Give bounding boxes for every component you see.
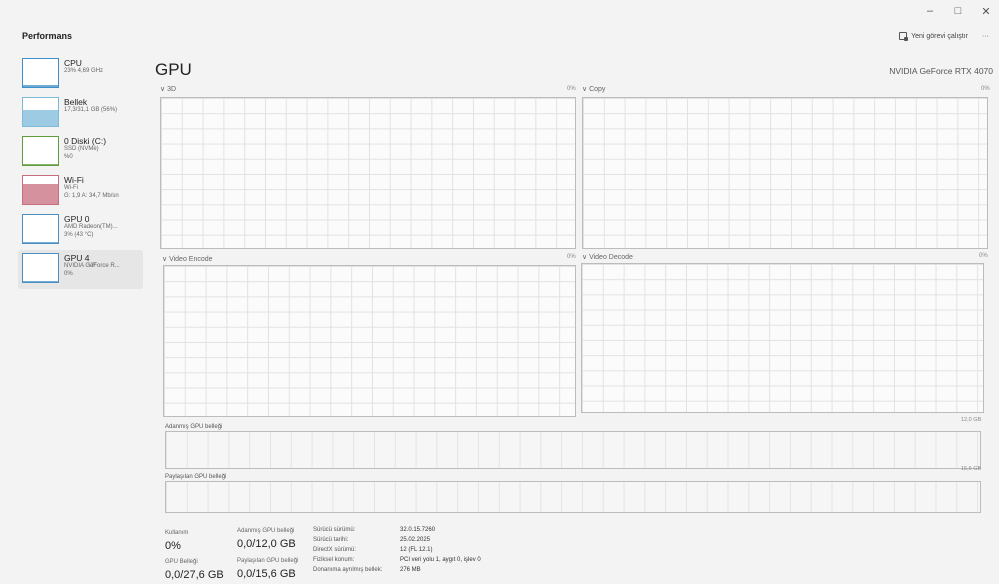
- shared-memory-label: Paylaşılan GPU belleği: [165, 474, 227, 480]
- sidebar-item-detail: G: 1,9 A: 34,7 Mb/sn: [64, 192, 119, 199]
- gpu0-mini-graph: [22, 214, 59, 244]
- sidebar-item-memory[interactable]: Bellek 17,3/31,1 GB (56%): [18, 94, 143, 133]
- dedicated-memory-max: 12,0 GB: [961, 417, 982, 423]
- mini-graph-fill: [23, 164, 58, 165]
- sidebar-item-detail: Wi-Fi: [64, 185, 78, 191]
- driver-date-value: 25.02.2025: [400, 537, 431, 543]
- dedicated-memory-graph: [165, 431, 981, 469]
- sidebar-item-title: 0 Diski (C:): [64, 136, 107, 146]
- sidebar-item-detail: 23% 4,69 GHz: [64, 68, 104, 74]
- mini-graph-fill: [23, 281, 58, 282]
- directx-version-key: DirectX sürümü:: [313, 547, 357, 553]
- maximize-button[interactable]: □: [951, 5, 965, 17]
- sidebar-item-detail: 17,3/31,1 GB (56%): [64, 107, 118, 113]
- usage-value: 0%: [165, 540, 181, 552]
- mini-graph-fill: [23, 110, 58, 126]
- dedicated-stat-value: 0,0/12,0 GB: [237, 538, 296, 550]
- sidebar-item-title: Wi-Fi: [64, 175, 84, 185]
- directx-version-value: 12 (FL 12.1): [400, 547, 433, 553]
- shared-stat-label: Paylaşılan GPU belleği: [237, 558, 299, 564]
- graph-3d: [160, 97, 576, 249]
- hardware-reserved-memory-value: 276 MB: [400, 567, 421, 573]
- hardware-reserved-memory-key: Donanıma ayrılmış bellek:: [313, 567, 383, 573]
- memory-mini-graph: [22, 97, 59, 127]
- gpu-model-name: NVIDIA GeForce RTX 4070: [889, 66, 993, 76]
- driver-version-key: Sürücü sürümü:: [313, 527, 356, 533]
- graph-video-encode: [163, 265, 576, 417]
- mini-graph-fill: [23, 242, 58, 243]
- sidebar-item-detail: 0%: [64, 270, 73, 277]
- gpu-detail-panel: GPU NVIDIA GeForce RTX 4070 ∨ 3D 0% ∨ Co…: [155, 58, 993, 584]
- sidebar-item-wifi[interactable]: Wi-Fi Wi-Fi G: 1,9 A: 34,7 Mb/sn: [18, 172, 143, 211]
- gpu4-mini-graph: [22, 253, 59, 283]
- mouse-cursor-icon: ☞: [88, 260, 97, 271]
- sidebar-item-title: Bellek: [64, 97, 88, 107]
- shared-memory-graph: [165, 481, 981, 513]
- minimize-button[interactable]: –: [923, 5, 937, 17]
- graph-video-decode-max: 0%: [979, 253, 988, 259]
- run-task-icon: [899, 32, 909, 41]
- graph-3d-max: 0%: [567, 86, 576, 92]
- graph-video-decode: [581, 263, 984, 413]
- graph-copy-max: 0%: [981, 86, 990, 92]
- dedicated-stat-label: Adanmış GPU belleği: [237, 528, 295, 534]
- shared-memory-max: 15,6 GB: [961, 466, 982, 472]
- performance-sidebar: CPU 23% 4,69 GHz Bellek 17,3/31,1 GB (56…: [18, 55, 143, 289]
- gpu-memory-label: GPU Belleği: [165, 559, 198, 565]
- sidebar-item-disk[interactable]: 0 Diski (C:) SSD (NVMe) %0: [18, 133, 143, 172]
- driver-date-key: Sürücü tarihi:: [313, 537, 349, 543]
- dedicated-memory-label: Adanmış GPU belleği: [165, 424, 223, 430]
- sidebar-item-gpu-4[interactable]: GPU 4 NVIDIA GeForce R... 0%: [18, 250, 143, 289]
- sidebar-item-gpu-0[interactable]: GPU 0 AMD Radeon(TM)... 3% (43 °C): [18, 211, 143, 250]
- sidebar-item-title: CPU: [64, 58, 82, 68]
- usage-label: Kullanım: [165, 530, 189, 536]
- run-new-task-label: Yeni görevi çalıştır: [911, 32, 968, 40]
- graph-video-encode-max: 0%: [567, 254, 576, 260]
- graph-3d-selector[interactable]: ∨ 3D: [160, 85, 176, 93]
- mini-graph-fill: [23, 85, 58, 87]
- physical-location-key: Fiziksel konum:: [313, 557, 355, 563]
- mini-graph-fill: [23, 184, 58, 204]
- page-header: Performans Yeni görevi çalıştır ···: [0, 22, 999, 50]
- close-button[interactable]: ✕: [979, 5, 993, 18]
- disk-mini-graph: [22, 136, 59, 166]
- sidebar-item-detail: 3% (43 °C): [64, 231, 94, 238]
- sidebar-item-detail: %0: [64, 153, 73, 160]
- shared-stat-value: 0,0/15,6 GB: [237, 568, 296, 580]
- sidebar-item-title: GPU 0: [64, 214, 90, 224]
- page-title: Performans: [22, 31, 73, 41]
- window-titlebar: – □ ✕: [0, 0, 999, 22]
- more-options-button[interactable]: ···: [982, 33, 989, 40]
- graph-video-encode-selector[interactable]: ∨ Video Encode: [162, 255, 213, 263]
- physical-location-value: PCI veri yolu 1, aygıt 0, işlev 0: [400, 557, 481, 563]
- page-heading: GPU: [155, 60, 192, 79]
- sidebar-item-detail: SSD (NVMe): [64, 146, 99, 152]
- wifi-mini-graph: [22, 175, 59, 205]
- gpu-memory-value: 0,0/27,6 GB: [165, 569, 224, 581]
- sidebar-item-cpu[interactable]: CPU 23% 4,69 GHz: [18, 55, 143, 94]
- cpu-mini-graph: [22, 58, 59, 88]
- graph-copy-selector[interactable]: ∨ Copy: [582, 85, 605, 93]
- sidebar-item-detail: AMD Radeon(TM)...: [64, 224, 118, 230]
- run-new-task-button[interactable]: Yeni görevi çalıştır: [899, 32, 968, 41]
- driver-version-value: 32.0.15.7260: [400, 527, 436, 533]
- graph-copy: [582, 97, 988, 249]
- graph-video-decode-selector[interactable]: ∨ Video Decode: [582, 253, 633, 261]
